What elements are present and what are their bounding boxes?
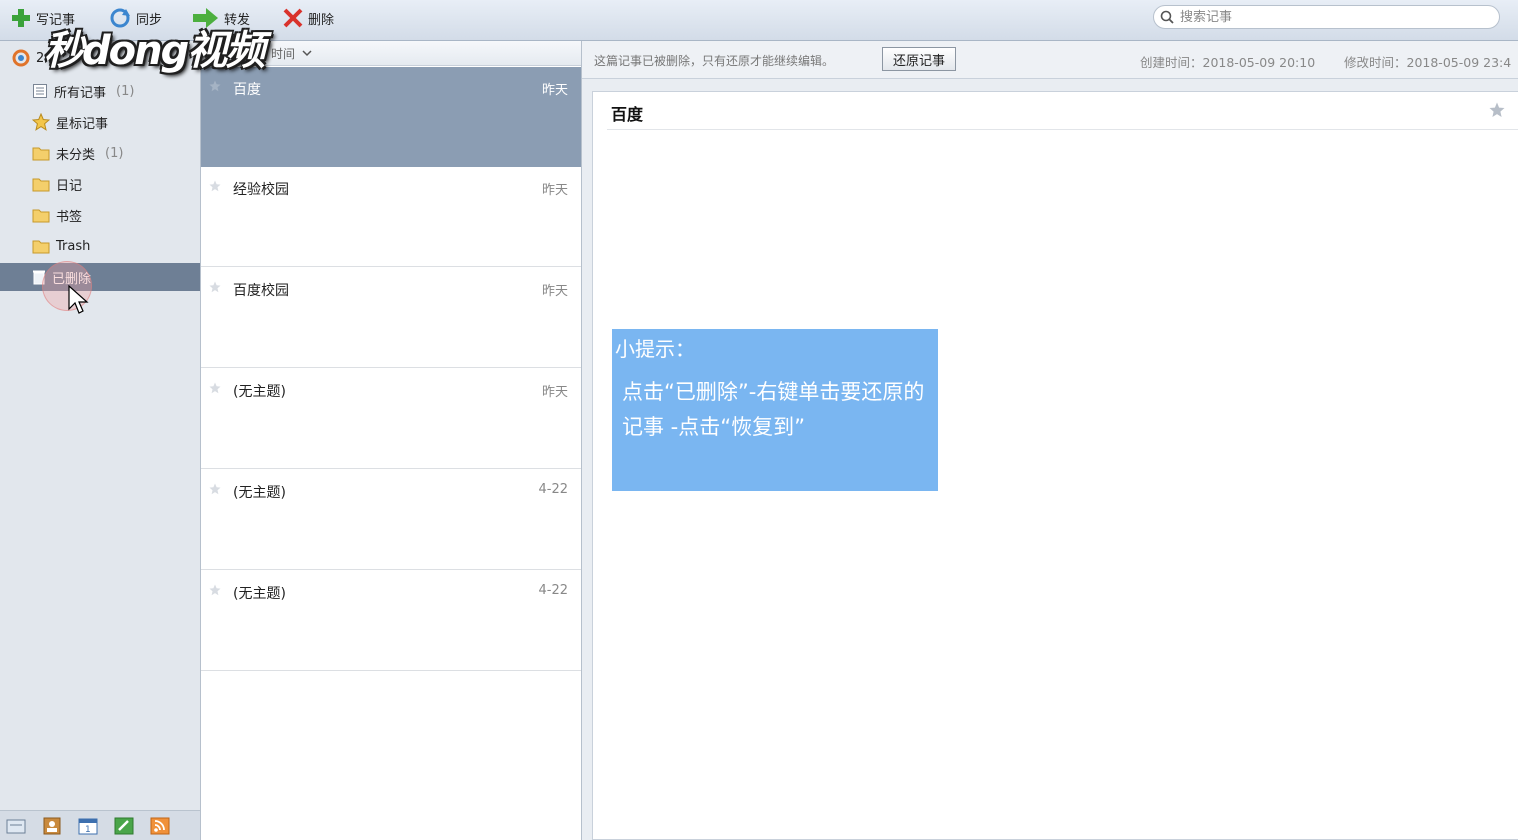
search-input[interactable] — [1178, 8, 1482, 26]
delete-label: 删除 — [308, 12, 335, 28]
star-icon[interactable] — [1489, 102, 1505, 118]
delete-button[interactable]: 删除 — [282, 6, 334, 30]
new-note-label: 写记事 — [36, 12, 76, 28]
sidebar-item-count: (1) — [116, 83, 135, 99]
mouse-cursor-icon — [68, 285, 89, 314]
sidebar-bottom-bar: 1 — [0, 810, 200, 840]
new-note-button[interactable]: 写记事 — [10, 6, 75, 30]
contacts-icon[interactable] — [42, 817, 62, 835]
restore-note-button[interactable]: 还原记事 — [882, 47, 957, 71]
folder-icon — [32, 240, 50, 254]
note-title: (无主题) — [233, 485, 286, 501]
notes-app-icon[interactable] — [114, 817, 134, 835]
calendar-icon[interactable]: 1 — [78, 817, 98, 835]
sidebar-item-label: 日记 — [56, 178, 83, 194]
deleted-info-bar: 这篇记事已被删除，只有还原才能继续编辑。 还原记事 创建时间：2018-05-0… — [582, 41, 1518, 79]
note-list-item[interactable]: (无主题) 昨天 — [201, 369, 581, 469]
tip-overlay: 小提示： 点击“已删除”-右键单击要还原的记事 -点击“恢复到” — [612, 329, 938, 491]
deleted-message: 这篇记事已被删除，只有还原才能继续编辑。 — [594, 54, 835, 68]
star-outline-icon[interactable] — [209, 584, 221, 596]
sidebar-item-label: 所有记事 — [54, 85, 107, 101]
sidebar-item-all-notes[interactable]: 所有记事 (1) — [0, 77, 200, 105]
tip-title: 小提示： — [615, 337, 695, 361]
forward-arrow-icon — [193, 8, 218, 28]
star-outline-icon[interactable] — [209, 382, 221, 394]
note-list-item[interactable]: (无主题) 4-22 — [201, 571, 581, 671]
note-title: (无主题) — [233, 384, 286, 400]
note-date: 昨天 — [541, 183, 568, 198]
toolbar: 写记事 同步 转发 删除 — [0, 0, 1518, 41]
account-row[interactable]: 2 — [12, 47, 44, 69]
tip-body: 点击“已删除”-右键单击要还原的记事 -点击“恢复到” — [622, 380, 925, 439]
sidebar-item-starred[interactable]: 星标记事 — [0, 108, 200, 136]
sidebar-item-label: Trash — [56, 238, 91, 254]
sync-icon — [110, 8, 130, 28]
sidebar-item-label: 未分类 — [56, 147, 96, 163]
sort-bar[interactable]: 时间 — [201, 41, 581, 66]
star-outline-icon[interactable] — [209, 80, 221, 92]
notes-icon — [33, 84, 47, 98]
note-list-item[interactable]: 百度 昨天 — [201, 67, 581, 167]
sidebar-item-label: 书签 — [56, 209, 83, 225]
search-icon — [1160, 10, 1174, 24]
folder-icon — [32, 147, 50, 161]
created-time: 创建时间：2018-05-09 20:10 — [1140, 55, 1316, 70]
account-icon — [12, 49, 30, 67]
star-outline-icon[interactable] — [209, 281, 221, 293]
note-title-heading: 百度 — [611, 105, 644, 124]
sidebar-item-bookmarks[interactable]: 书签 — [0, 201, 200, 229]
star-outline-icon[interactable] — [209, 483, 221, 495]
note-list-item[interactable]: 百度校园 昨天 — [201, 268, 581, 368]
account-label: 2 — [36, 50, 45, 66]
note-title: 经验校园 — [233, 182, 289, 198]
mail-icon[interactable] — [6, 817, 26, 835]
folder-icon — [32, 209, 50, 223]
sync-label: 同步 — [136, 12, 163, 28]
sidebar: 2 所有记事 (1) 星标记事 未分类 (1) 日记 书签 Trash 已删除 1 — [0, 41, 201, 840]
chevron-down-icon — [302, 50, 312, 57]
sort-label: 时间 — [271, 46, 296, 61]
note-title: 百度校园 — [233, 283, 289, 299]
star-outline-icon[interactable] — [209, 180, 221, 192]
note-date: 4-22 — [538, 482, 568, 497]
delete-x-icon — [283, 8, 303, 28]
folder-icon — [32, 178, 50, 192]
star-icon — [32, 113, 50, 131]
note-date: 昨天 — [541, 385, 568, 400]
note-title: 百度 — [233, 82, 261, 98]
sidebar-item-count: (1) — [105, 145, 124, 161]
note-title-bar: 百度 — [607, 92, 1518, 130]
forward-button[interactable]: 转发 — [192, 6, 250, 30]
sidebar-item-diary[interactable]: 日记 — [0, 170, 200, 198]
svg-text:1: 1 — [85, 825, 91, 835]
note-list-item[interactable]: (无主题) 4-22 — [201, 470, 581, 570]
search-box[interactable] — [1153, 5, 1500, 29]
sidebar-item-deleted[interactable]: 已删除 — [0, 263, 200, 291]
sidebar-item-uncategorized[interactable]: 未分类 (1) — [0, 139, 200, 167]
rss-icon[interactable] — [150, 817, 170, 835]
note-list-item[interactable]: 经验校园 昨天 — [201, 167, 581, 267]
sync-button[interactable]: 同步 — [108, 6, 162, 30]
plus-icon — [12, 9, 30, 27]
note-list-pane: 时间 百度 昨天 经验校园 昨天 百度校园 昨天 (无主题) 昨天 (无主题) … — [201, 41, 582, 840]
note-date: 昨天 — [541, 284, 568, 299]
sidebar-item-label: 星标记事 — [56, 116, 109, 132]
note-date: 昨天 — [541, 83, 568, 98]
modified-time: 修改时间：2018-05-09 23:4 — [1344, 55, 1512, 70]
forward-label: 转发 — [224, 12, 251, 28]
note-date: 4-22 — [538, 583, 568, 598]
note-title: (无主题) — [233, 586, 286, 602]
sidebar-item-trash[interactable]: Trash — [0, 232, 200, 260]
